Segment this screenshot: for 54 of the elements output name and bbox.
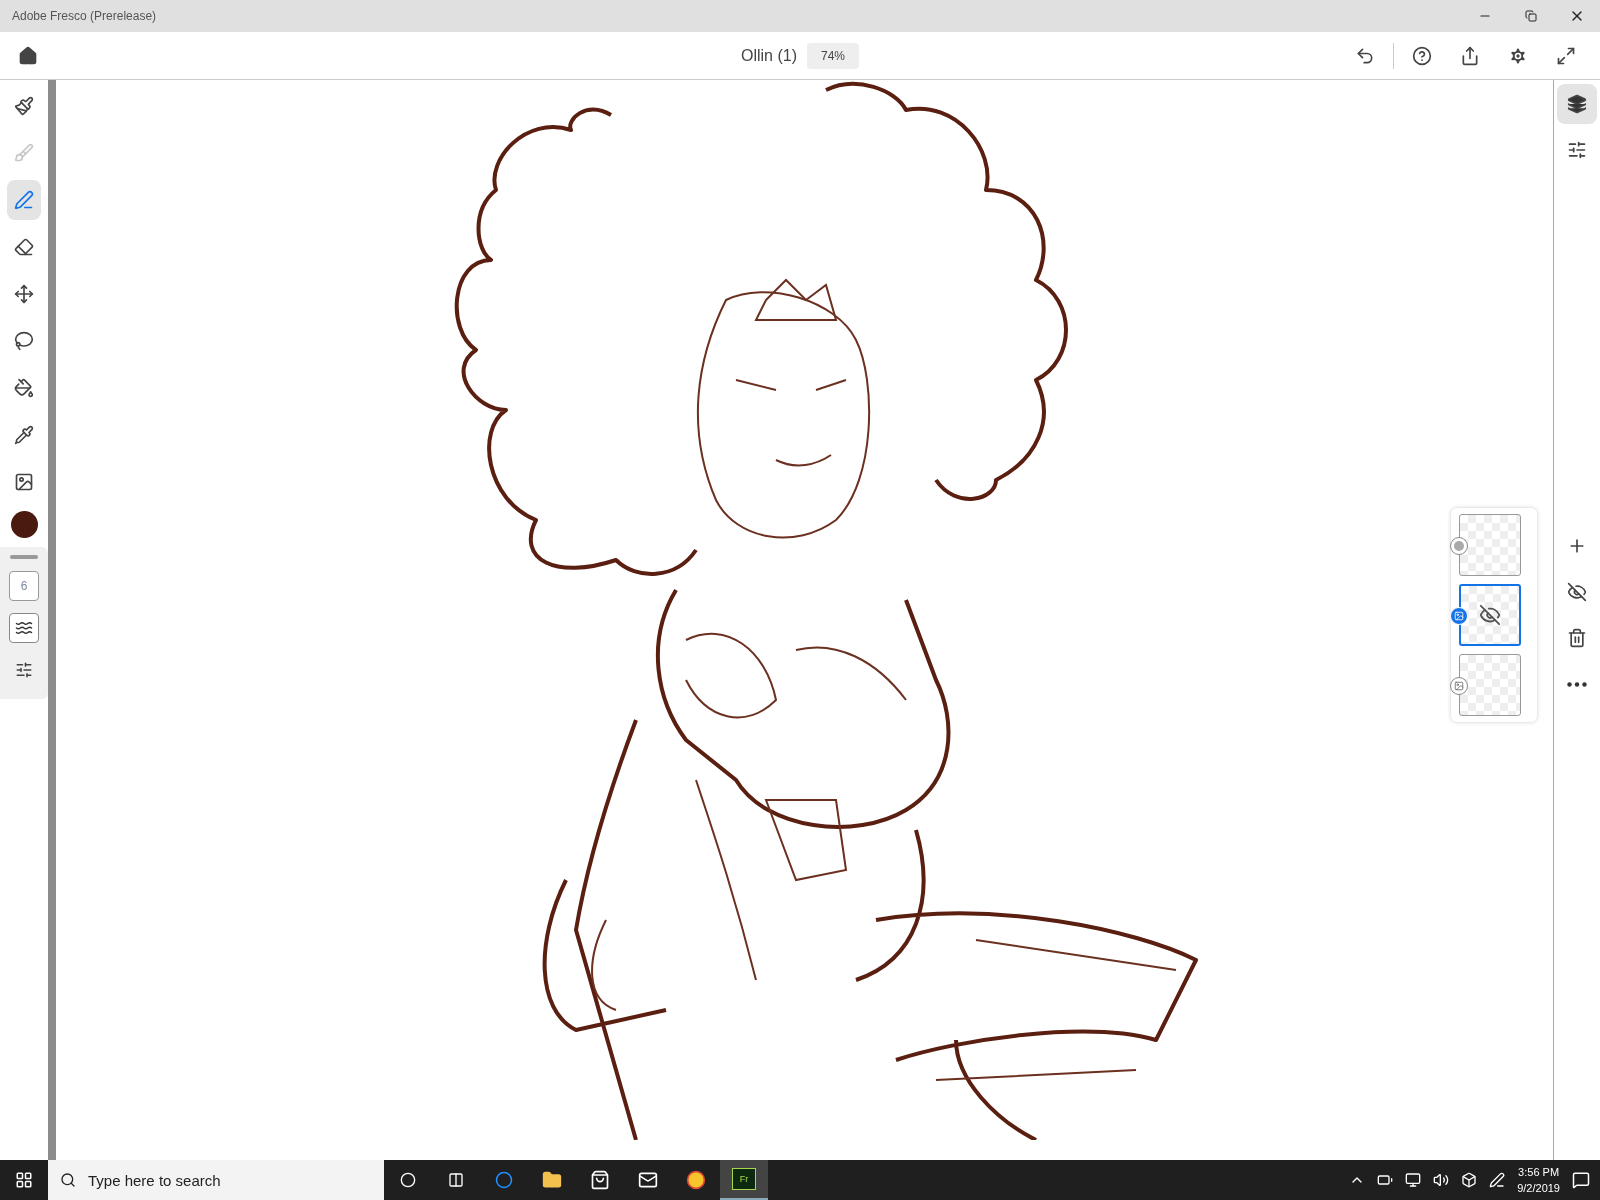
battery-icon[interactable] bbox=[1377, 1172, 1394, 1188]
app-logo: Fr bbox=[732, 1168, 756, 1190]
search-bar[interactable]: Type here to search bbox=[48, 1160, 384, 1200]
sliders-icon bbox=[15, 661, 33, 679]
pen-icon[interactable] bbox=[1489, 1172, 1506, 1188]
hidden-icon bbox=[1479, 604, 1501, 626]
clock-time: 3:56 PM bbox=[1518, 1165, 1560, 1180]
layer-thumbnail[interactable] bbox=[1459, 654, 1521, 716]
eyedropper-icon bbox=[14, 425, 34, 445]
task-view-icon bbox=[448, 1172, 464, 1188]
settings-icon bbox=[1508, 45, 1528, 66]
trash-icon bbox=[1567, 628, 1587, 648]
network-icon[interactable] bbox=[1405, 1172, 1422, 1188]
sliders-icon bbox=[1567, 140, 1587, 160]
wave-icon bbox=[15, 619, 33, 637]
mail-icon bbox=[638, 1170, 658, 1190]
share-icon bbox=[1460, 45, 1480, 66]
fresco-app-button[interactable]: Fr bbox=[720, 1160, 768, 1200]
layers-button[interactable] bbox=[1557, 84, 1597, 124]
smoothing-button[interactable] bbox=[9, 613, 39, 643]
layer-thumbnail[interactable] bbox=[1459, 514, 1521, 576]
zoom-level[interactable]: 74% bbox=[807, 42, 859, 69]
circle-icon bbox=[400, 1172, 416, 1188]
image-icon bbox=[14, 472, 34, 492]
shopping-bag-icon bbox=[590, 1170, 610, 1190]
canvas-scrollbar[interactable] bbox=[48, 80, 56, 1160]
clock-date: 9/2/2019 bbox=[1517, 1181, 1560, 1196]
folder-icon bbox=[542, 1170, 562, 1190]
search-icon bbox=[60, 1172, 76, 1188]
lasso-icon bbox=[14, 331, 34, 351]
paint-bucket-icon bbox=[14, 378, 34, 398]
more-icon bbox=[1567, 681, 1587, 687]
color-swatch[interactable] bbox=[10, 511, 38, 538]
volume-icon[interactable] bbox=[1433, 1172, 1450, 1188]
help-icon bbox=[1412, 45, 1432, 66]
undo-icon bbox=[1355, 45, 1375, 66]
brush-icon bbox=[14, 143, 34, 163]
move-icon bbox=[14, 284, 34, 304]
layer-thumbnail[interactable] bbox=[1459, 584, 1521, 646]
brush-size[interactable]: 6 bbox=[9, 571, 39, 601]
layers-icon bbox=[1567, 94, 1587, 114]
home-icon bbox=[18, 45, 38, 66]
pen-icon bbox=[14, 190, 34, 210]
search-field[interactable]: Type here to search bbox=[86, 1170, 384, 1190]
document-title: Ollin (1) bbox=[740, 46, 797, 65]
eye-off-icon bbox=[1567, 582, 1587, 602]
expand-icon bbox=[1556, 45, 1576, 66]
paintbrush-icon bbox=[14, 96, 34, 116]
box-icon[interactable] bbox=[1461, 1172, 1478, 1188]
eraser-icon bbox=[14, 237, 34, 257]
notification-icon[interactable] bbox=[1572, 1171, 1590, 1189]
window-title: Adobe Fresco (Prerelease) bbox=[12, 9, 158, 23]
pen-tool[interactable] bbox=[7, 180, 41, 220]
restore-icon bbox=[1525, 10, 1537, 22]
